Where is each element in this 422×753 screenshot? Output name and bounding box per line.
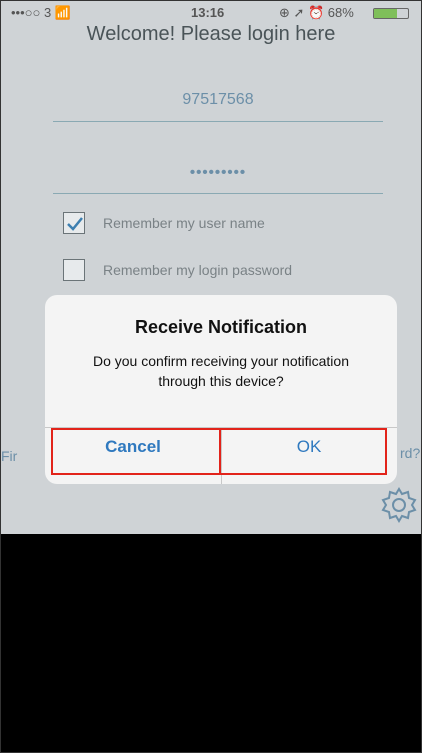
- cancel-highlight-box: [51, 428, 221, 475]
- phone-frame: •••○○ 3 📶 13:16 ⊕ ➚ ⏰ 68% Welcome! Pleas…: [0, 0, 422, 753]
- username-value: 97517568: [182, 91, 254, 108]
- checkmark-icon: [67, 217, 83, 231]
- status-time: 13:16: [191, 5, 225, 20]
- battery-icon: [373, 8, 409, 19]
- remember-user-checkbox[interactable]: [63, 212, 85, 234]
- status-icons: ⊕ ➚ ⏰ 68%: [279, 5, 354, 20]
- username-field[interactable]: 97517568: [53, 81, 383, 122]
- password-value: •••••••••: [189, 164, 247, 181]
- remember-password-checkbox[interactable]: [63, 259, 85, 281]
- battery-level: [374, 9, 398, 18]
- status-bar: •••○○ 3 📶 13:16 ⊕ ➚ ⏰ 68%: [1, 1, 421, 25]
- blank-area: [1, 534, 421, 752]
- gear-icon[interactable]: [379, 485, 419, 525]
- password-field[interactable]: •••••••••: [53, 153, 383, 194]
- forgot-password-fragment[interactable]: rd?: [400, 445, 420, 461]
- wifi-icon: 📶: [54, 5, 72, 20]
- forgot-link-fragment[interactable]: Fir: [1, 448, 17, 464]
- login-screen: •••○○ 3 📶 13:16 ⊕ ➚ ⏰ 68% Welcome! Pleas…: [1, 1, 421, 534]
- remember-password-label: Remember my login password: [103, 262, 293, 278]
- remember-user-label: Remember my user name: [103, 215, 265, 231]
- welcome-heading: Welcome! Please login here: [86, 23, 336, 45]
- dialog-message: Do you confirm receiving your notificati…: [92, 353, 349, 389]
- dialog-title: Receive Notification: [134, 317, 308, 337]
- carrier-signal: •••○○ 3 📶: [11, 5, 72, 20]
- ok-highlight-box: [219, 428, 387, 475]
